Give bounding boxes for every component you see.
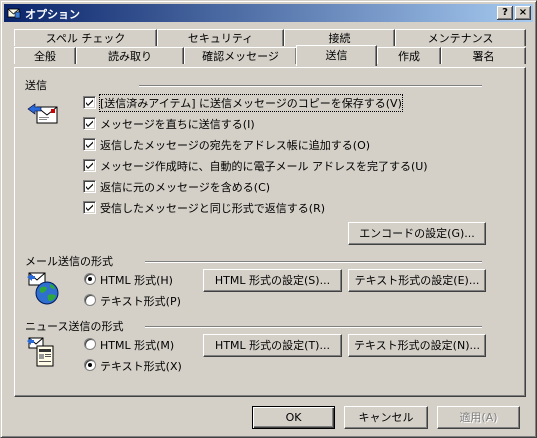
mail-format-label: メール送信の形式 <box>25 255 113 268</box>
help-button[interactable]: ? <box>497 6 513 20</box>
reply-same-format-label[interactable]: 受信したメッセージと同じ形式で返信する(R) <box>100 200 325 216</box>
send-immediately-checkbox[interactable] <box>83 117 96 130</box>
mail-text-settings-button[interactable]: テキスト形式の設定(E)... <box>348 269 486 292</box>
send-immediately-label[interactable]: メッセージを直ちに送信する(I) <box>100 116 255 132</box>
checkmark-icon <box>86 162 93 169</box>
title-bar[interactable]: オプション ? × <box>4 4 533 22</box>
send-mail-icon <box>27 103 58 124</box>
mail-html-radio[interactable] <box>84 273 96 285</box>
apply-button[interactable]: 適用(A) <box>437 406 520 429</box>
news-format-divider <box>145 326 482 328</box>
save-copy-checkbox[interactable] <box>83 96 96 109</box>
tab-spell-check[interactable]: スペル チェック <box>14 29 157 46</box>
add-replied-checkbox[interactable] <box>83 138 96 151</box>
close-button[interactable]: × <box>515 6 531 20</box>
window-title: オプション <box>25 8 80 21</box>
send-group-label: 送信 <box>25 79 47 92</box>
autocomplete-checkbox[interactable] <box>83 159 96 172</box>
mail-html-settings-button[interactable]: HTML 形式の設定(S)... <box>203 269 342 292</box>
radio-dot <box>88 277 92 281</box>
checkmark-icon <box>86 204 93 211</box>
tab-read[interactable]: 読み取り <box>76 47 184 64</box>
include-original-checkbox[interactable] <box>83 180 96 193</box>
news-icon <box>27 337 54 367</box>
checkmark-icon <box>86 120 93 127</box>
news-html-radio[interactable] <box>84 338 96 350</box>
ok-button[interactable]: OK <box>252 406 335 429</box>
tab-general[interactable]: 全般 <box>14 47 76 64</box>
save-copy-label[interactable]: [送信済みアイテム] に送信メッセージのコピーを保存する(V) <box>99 94 403 112</box>
news-format-label: ニュース送信の形式 <box>25 320 124 333</box>
tab-send[interactable]: 送信 <box>296 45 377 66</box>
news-text-settings-button[interactable]: テキスト形式の設定(N)... <box>348 334 486 357</box>
include-original-label[interactable]: 返信に元のメッセージを含める(C) <box>100 179 270 195</box>
send-tab-panel: 送信 [送信済みアイテム] に送信メッセージのコピーを保存する(V) メッセージ… <box>14 67 526 397</box>
news-html-settings-button[interactable]: HTML 形式の設定(T)... <box>203 334 342 357</box>
tab-signatures[interactable]: 署名 <box>441 47 526 64</box>
checkmark-icon <box>86 183 93 190</box>
mail-html-label[interactable]: HTML 形式(H) <box>100 272 173 288</box>
radio-dot <box>88 363 92 367</box>
tab-maintenance[interactable]: メンテナンス <box>395 29 526 46</box>
reply-same-format-checkbox[interactable] <box>83 201 96 214</box>
news-html-label[interactable]: HTML 形式(M) <box>100 337 174 353</box>
tab-receipts[interactable]: 確認メッセージ <box>184 47 297 64</box>
mail-text-label[interactable]: テキスト形式(P) <box>100 293 181 309</box>
tab-connection[interactable]: 接続 <box>284 29 395 46</box>
mail-format-divider <box>145 261 482 263</box>
mail-text-radio[interactable] <box>84 294 96 306</box>
tab-security[interactable]: セキュリティ <box>157 29 284 46</box>
app-icon <box>7 8 21 19</box>
news-text-radio[interactable] <box>84 359 96 371</box>
cancel-button[interactable]: キャンセル <box>344 406 428 429</box>
checkmark-icon <box>86 99 93 106</box>
globe-mail-icon <box>27 272 59 305</box>
apply-label: 適用(A) <box>459 411 498 424</box>
send-group-divider <box>139 85 482 87</box>
checkmark-icon <box>86 141 93 148</box>
news-text-label[interactable]: テキスト形式(X) <box>100 358 182 374</box>
options-dialog: オプション ? × スペル チェック セキュリティ 接続 メンテナンス 全般 読… <box>0 0 537 438</box>
encode-settings-button[interactable]: エンコードの設定(G)... <box>348 222 486 245</box>
autocomplete-label[interactable]: メッセージ作成時に、自動的に電子メール アドレスを完了する(U) <box>100 158 428 174</box>
add-replied-label[interactable]: 返信したメッセージの宛先をアドレス帳に追加する(O) <box>100 137 370 153</box>
tab-compose[interactable]: 作成 <box>377 47 441 64</box>
